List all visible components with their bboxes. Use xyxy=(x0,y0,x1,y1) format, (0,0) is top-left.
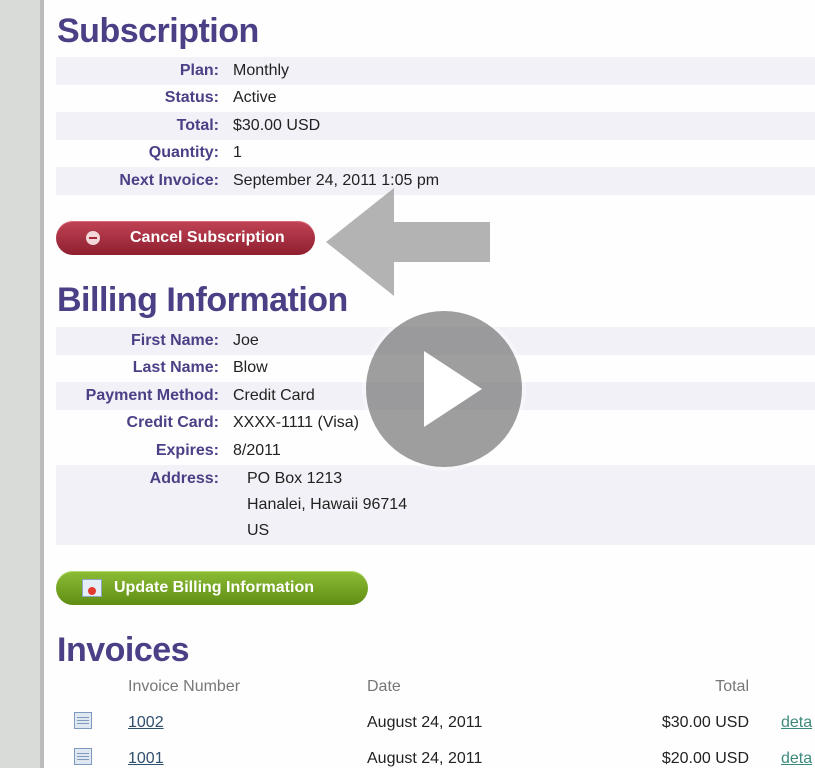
billing-heading: Billing Information xyxy=(57,281,348,319)
subscription-heading: Subscription xyxy=(57,12,259,50)
address-label: Address: xyxy=(149,470,219,487)
address-line-1: PO Box 1213 xyxy=(247,470,343,487)
address-line-2: Hanalei, Hawaii 96714 xyxy=(247,496,408,513)
video-play-button[interactable] xyxy=(366,311,522,467)
expires-value: 8/2011 xyxy=(233,441,281,459)
invoice-details-link[interactable]: deta xyxy=(781,714,812,732)
credit-card-label: Credit Card: xyxy=(126,414,219,432)
cancel-subscription-button[interactable]: Cancel Subscription xyxy=(56,221,315,255)
invoice-date-header: Date xyxy=(367,678,401,695)
subscription-row-quantity: Quantity: 1 xyxy=(56,140,815,168)
invoice-date: August 24, 2011 xyxy=(367,750,483,767)
last-name-label: Last Name: xyxy=(132,359,219,377)
invoice-total-header: Total xyxy=(715,678,749,695)
invoice-row: 1001 August 24, 2011 $20.00 USD deta xyxy=(44,744,815,768)
address-line-3: US xyxy=(247,522,270,539)
invoice-number-header: Invoice Number xyxy=(128,678,241,695)
arrow-left-icon xyxy=(326,188,490,296)
invoice-details-link[interactable]: deta xyxy=(781,750,812,768)
invoice-total: $20.00 USD xyxy=(661,750,749,767)
account-page: Subscription Plan: Monthly Status: Activ… xyxy=(44,0,815,768)
total-label: Total: xyxy=(176,116,219,134)
invoice-number-link[interactable]: 1001 xyxy=(128,750,164,768)
quantity-label: Quantity: xyxy=(148,144,219,162)
payment-method-value: Credit Card xyxy=(233,386,315,404)
credit-card-icon xyxy=(82,579,102,597)
update-billing-button[interactable]: Update Billing Information xyxy=(56,571,368,605)
credit-card-value: XXXX-1111 (Visa) xyxy=(233,414,359,432)
billing-row-address: Address: PO Box 1213 Hanalei, Hawaii 967… xyxy=(56,465,815,545)
document-icon xyxy=(74,748,92,765)
update-billing-label: Update Billing Information xyxy=(114,579,314,596)
expires-label: Expires: xyxy=(155,441,219,459)
subscription-row-status: Status: Active xyxy=(56,85,815,113)
invoices-heading: Invoices xyxy=(57,631,190,669)
status-value: Active xyxy=(233,89,277,107)
payment-method-label: Payment Method: xyxy=(85,386,219,404)
cancel-subscription-label: Cancel Subscription xyxy=(130,229,285,246)
status-label: Status: xyxy=(164,89,219,107)
subscription-row-total: Total: $30.00 USD xyxy=(56,112,815,140)
invoice-row: 1002 August 24, 2011 $30.00 USD deta xyxy=(44,708,815,738)
plan-label: Plan: xyxy=(179,61,219,79)
last-name-value: Blow xyxy=(233,359,268,377)
invoice-total: $30.00 USD xyxy=(661,714,749,731)
total-value: $30.00 USD xyxy=(233,116,321,134)
subscription-row-plan: Plan: Monthly xyxy=(56,57,815,85)
invoice-number-link[interactable]: 1002 xyxy=(128,714,164,732)
first-name-label: First Name: xyxy=(130,331,219,349)
quantity-value: 1 xyxy=(233,144,242,162)
next-invoice-label: Next Invoice: xyxy=(119,171,219,189)
minus-circle-icon xyxy=(86,231,100,245)
invoice-date: August 24, 2011 xyxy=(367,714,483,731)
plan-value: Monthly xyxy=(233,61,290,79)
play-icon xyxy=(424,351,482,427)
first-name-value: Joe xyxy=(233,331,259,349)
document-icon xyxy=(74,712,92,729)
